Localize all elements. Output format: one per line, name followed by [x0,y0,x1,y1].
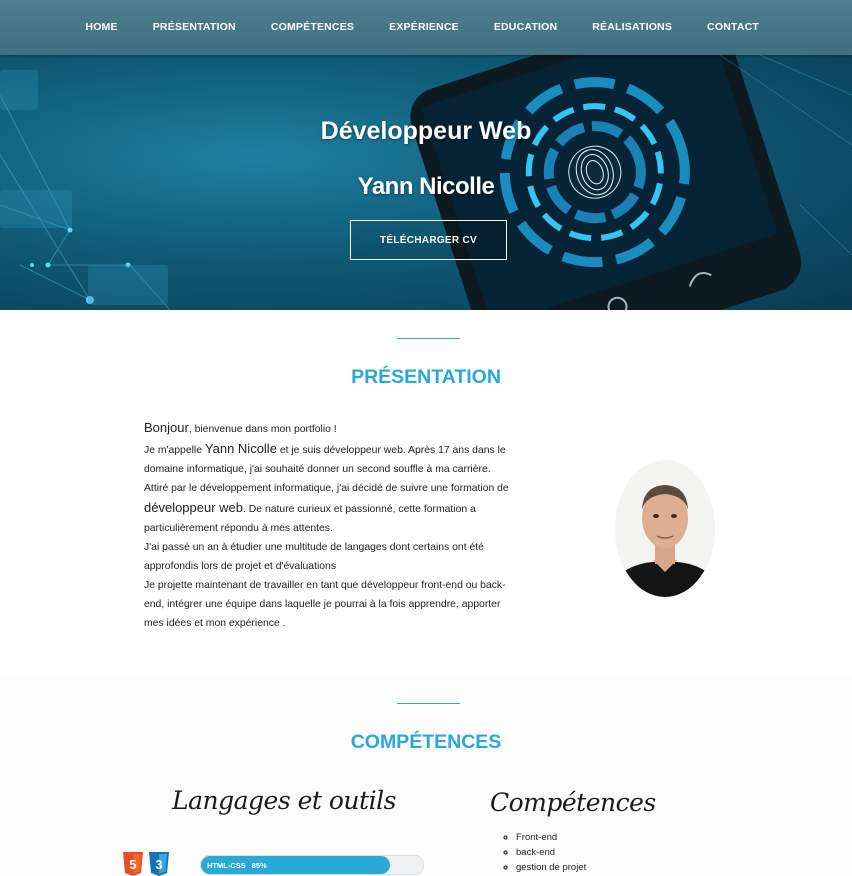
section-divider [397,703,460,704]
list-item: Front-end [516,830,586,845]
hero-banner: Développeur Web Yann Nicolle TÉLÉCHARGER… [0,55,852,310]
nav-item-home[interactable]: HOME [85,21,117,33]
presentation-text: Bonjour, bienvenue dans mon portfolio ! … [144,418,514,633]
competences-list: Front-end back-end gestion de projet [500,830,586,875]
skills-section [0,675,852,875]
intro-line-4: Je projette maintenant de travailler en … [144,580,506,629]
nav-item-competences[interactable]: COMPÉTENCES [271,21,354,33]
intro-job: développeur web [144,500,244,515]
download-cv-button[interactable]: TÉLÉCHARGER CV [350,220,507,260]
intro-name: Yann Nicolle [204,441,277,456]
intro-text-part: Je m'appelle [144,445,205,456]
html-css-skill-bar: HTML-CSS 85% [200,855,424,875]
nav-item-realisations[interactable]: RÉALISATIONS [592,21,672,33]
competences-heading: Compétences [490,788,656,817]
css3-icon: 3 [149,852,169,876]
skill-bar-fill: HTML-CSS 85% [201,856,390,874]
hero-name: Yann Nicolle [357,173,495,200]
skill-percent: 85% [251,860,267,870]
presentation-title: PRÉSENTATION [351,366,501,388]
nav-item-education[interactable]: EDUCATION [494,21,557,33]
nav-item-experience[interactable]: EXPÉRIENCE [389,21,459,33]
hero-title: Développeur Web [320,117,532,145]
nav-item-contact[interactable]: CONTACT [707,21,759,33]
top-navbar: HOME PRÉSENTATION COMPÉTENCES EXPÉRIENCE… [0,0,852,55]
intro-line-3: J'ai passé un an à étudier une multitude… [144,542,484,572]
nav-menu: HOME PRÉSENTATION COMPÉTENCES EXPÉRIENCE… [85,21,852,35]
list-item: gestion de projet [516,860,586,875]
nav-item-presentation[interactable]: PRÉSENTATION [153,21,236,33]
profile-photo [615,460,715,597]
list-item: back-end [516,845,586,860]
svg-text:5: 5 [129,857,136,872]
greeting: Bonjour [144,420,189,435]
section-divider [397,338,460,339]
intro-line-1: , bienvenue dans mon portfolio ! [188,424,337,435]
svg-text:3: 3 [155,857,162,872]
skills-title: COMPÉTENCES [350,731,502,753]
languages-heading: Langages et outils [172,786,396,815]
html5-icon: 5 [123,852,143,876]
skill-label: HTML-CSS [207,860,246,870]
